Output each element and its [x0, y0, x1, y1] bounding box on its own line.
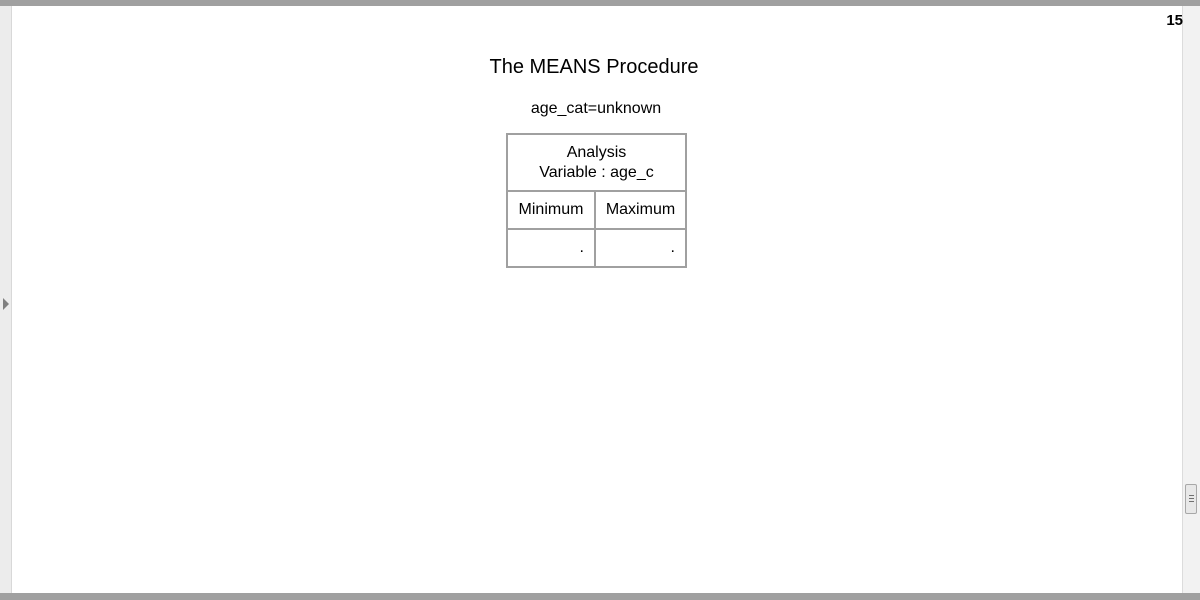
scrollbar-thumb[interactable] — [1185, 484, 1197, 514]
bottom-border — [0, 593, 1200, 600]
header-variable-label: Variable : age_c — [539, 163, 654, 181]
table-header-row: Analysis Variable : age_c — [506, 133, 687, 192]
statistics-table: Analysis Variable : age_c Minimum Maximu… — [506, 133, 687, 268]
column-header-row: Minimum Maximum — [506, 190, 687, 230]
grip-line — [1189, 501, 1194, 502]
column-header-minimum: Minimum — [506, 190, 596, 230]
by-group-line: age_cat=unknown — [530, 100, 662, 117]
expand-arrow-icon[interactable] — [3, 298, 9, 310]
cell-minimum: . — [506, 228, 596, 268]
top-border — [0, 0, 1200, 6]
output-viewer: 15 The MEANS Procedure age_cat=unknown A… — [0, 0, 1200, 600]
column-header-maximum: Maximum — [594, 190, 687, 230]
cell-maximum: . — [594, 228, 687, 268]
header-analysis-label: Analysis — [566, 143, 627, 161]
left-gutter — [0, 6, 12, 593]
table-row: . . — [506, 228, 687, 268]
page-number: 15 — [1166, 12, 1183, 29]
page-title: The MEANS Procedure — [489, 56, 699, 78]
vertical-scrollbar[interactable] — [1182, 6, 1200, 593]
analysis-variable-header: Analysis Variable : age_c — [506, 133, 687, 192]
grip-line — [1189, 495, 1194, 496]
grip-line — [1189, 498, 1194, 499]
